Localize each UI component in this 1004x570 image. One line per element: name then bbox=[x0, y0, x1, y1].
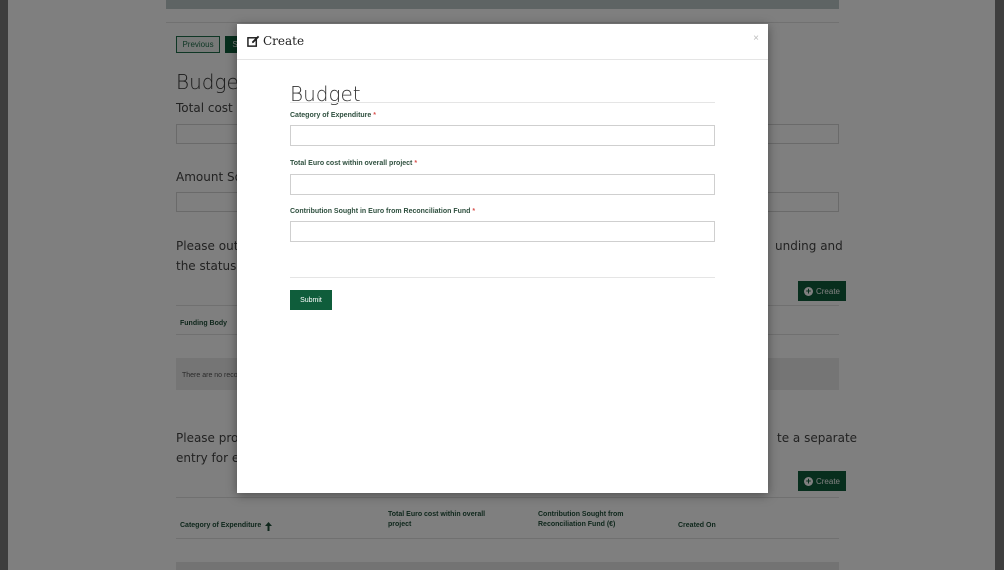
form-divider bbox=[290, 277, 715, 278]
edit-icon bbox=[247, 35, 260, 47]
required-marker: * bbox=[373, 112, 376, 119]
contribution-label: Contribution Sought in Euro from Reconci… bbox=[290, 208, 475, 215]
total-cost-field-label: Total Euro cost within overall project * bbox=[290, 160, 417, 167]
create-modal: Create × Budget Category of Expenditure … bbox=[237, 24, 768, 493]
modal-header: Create × bbox=[237, 24, 768, 60]
close-icon[interactable]: × bbox=[753, 33, 759, 44]
category-input[interactable] bbox=[290, 125, 715, 146]
contribution-label-text: Contribution Sought in Euro from Reconci… bbox=[290, 208, 471, 215]
total-cost-field-input[interactable] bbox=[290, 174, 715, 195]
category-label: Category of Expenditure * bbox=[290, 112, 376, 119]
category-label-text: Category of Expenditure bbox=[290, 112, 372, 119]
contribution-input[interactable] bbox=[290, 221, 715, 242]
total-cost-field-label-text: Total Euro cost within overall project bbox=[290, 160, 413, 167]
required-marker: * bbox=[472, 208, 476, 215]
modal-title: Create bbox=[247, 34, 304, 48]
required-marker: * bbox=[414, 160, 418, 167]
submit-button[interactable]: Submit bbox=[290, 290, 332, 310]
modal-title-text: Create bbox=[263, 34, 305, 48]
form-title-divider bbox=[290, 102, 715, 103]
